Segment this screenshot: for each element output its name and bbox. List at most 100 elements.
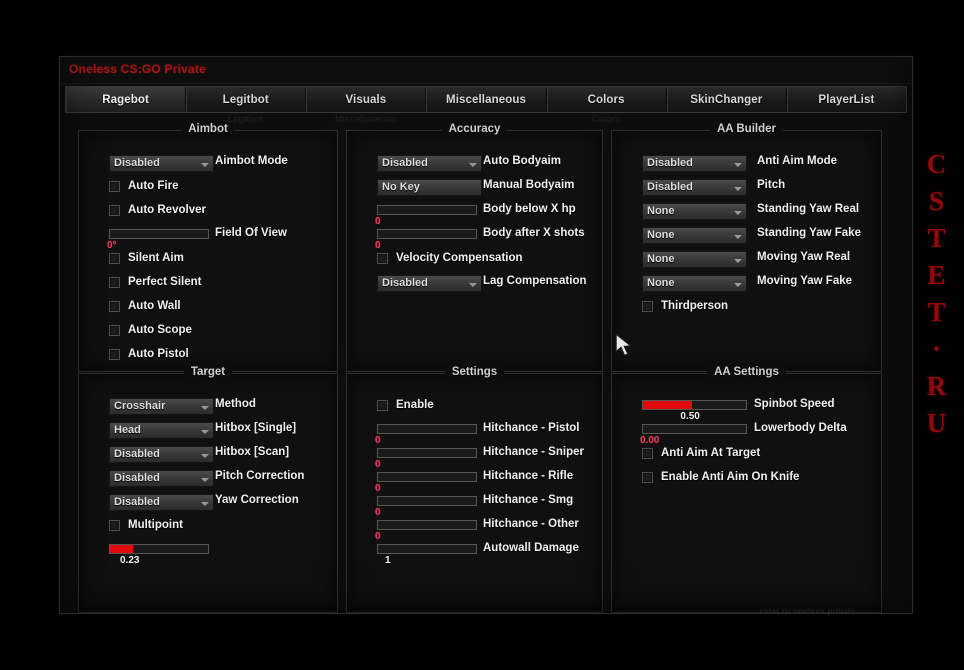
chevron-down-icon	[734, 163, 742, 167]
group-title-text: Target	[183, 366, 233, 378]
dropdown-standing-yaw-fake[interactable]: None	[642, 227, 747, 244]
tab-skinchanger[interactable]: SkinChanger	[666, 87, 787, 112]
slider-spinbot-speed[interactable]	[642, 400, 747, 410]
checkbox-box-icon[interactable]	[109, 519, 120, 531]
slider-value: 1	[385, 555, 391, 566]
dropdown-hitbox-single[interactable]: Head	[109, 422, 214, 439]
checkbox-thirdperson[interactable]: Thirdperson	[642, 300, 728, 312]
checkbox-enable[interactable]: Enable	[377, 399, 434, 411]
tab-label: PlayerList	[818, 93, 875, 106]
slider-body-below-x-hp[interactable]	[377, 205, 477, 215]
dropdown-value: None	[647, 277, 675, 289]
checkbox-box-icon[interactable]	[642, 447, 653, 459]
checkbox-auto-scope[interactable]: Auto Scope	[109, 324, 192, 336]
checkbox-row: Velocity Compensation	[347, 249, 602, 273]
checkbox-box-icon[interactable]	[109, 300, 120, 312]
dropdown-anti-aim-mode[interactable]: Disabled	[642, 155, 747, 172]
group-title-text: AA Builder	[710, 123, 783, 135]
checkbox-label: Anti Aim At Target	[661, 447, 761, 459]
checkbox-perfect-silent[interactable]: Perfect Silent	[109, 276, 202, 288]
dropdown-method[interactable]: Crosshair	[109, 398, 214, 415]
group-aa-settings: AA Settings 0.50 Spinbot Speed 0.00 Lowerbod…	[611, 366, 882, 613]
slider-autowall-damage[interactable]	[377, 544, 477, 554]
checkbox-auto-wall[interactable]: Auto Wall	[109, 300, 181, 312]
slider-hitchance-rifle[interactable]	[377, 472, 477, 482]
dropdown-row: Disabled Anti Aim Mode	[612, 153, 881, 177]
dropdown-pitch-correction[interactable]: Disabled	[109, 470, 214, 487]
checkbox-box-icon[interactable]	[109, 348, 120, 360]
checkbox-multipoint[interactable]: Multipoint	[109, 519, 183, 531]
checkbox-auto-revolver[interactable]: Auto Revolver	[109, 204, 206, 216]
column-right: AA Builder Disabled Anti Aim Mode Disabled P…	[611, 123, 882, 613]
checkbox-box-icon[interactable]	[109, 180, 120, 192]
dropdown-pitch[interactable]: Disabled	[642, 179, 747, 196]
checkbox-label: Enable Anti Aim On Knife	[661, 471, 800, 483]
chevron-down-icon	[201, 406, 209, 410]
slider-hitchance-other[interactable]	[377, 520, 477, 530]
checkbox-velocity-compensation[interactable]: Velocity Compensation	[377, 252, 523, 264]
checkbox-box-icon[interactable]	[377, 399, 388, 411]
checkbox-box-icon[interactable]	[109, 276, 120, 288]
slider-lowerbody-delta[interactable]	[642, 424, 747, 434]
dropdown-yaw-correction[interactable]: Disabled	[109, 494, 214, 511]
window-title: Oneless CS:GO Private	[69, 62, 206, 76]
checkbox-row: Auto Wall	[79, 297, 337, 321]
checkbox-box-icon[interactable]	[642, 471, 653, 483]
tab-playerlist[interactable]: PlayerList	[786, 87, 906, 112]
tab-bar: Ragebot Legitbot Visuals Miscellaneous Color…	[65, 86, 907, 113]
slider-value[interactable]	[109, 544, 209, 554]
field-label: Hitbox [Single]	[215, 422, 297, 434]
dropdown-lag-compensation[interactable]: Disabled	[377, 275, 482, 292]
dropdown-aimbot-mode[interactable]: Disabled	[109, 155, 214, 172]
group-title-text: Aimbot	[181, 123, 235, 135]
checkbox-auto-pistol[interactable]: Auto Pistol	[109, 348, 189, 360]
dropdown-row: Head Hitbox [Single]	[79, 420, 337, 444]
checkbox-row: Auto Fire	[79, 177, 337, 201]
dropdown-row: Disabled Hitbox [Scan]	[79, 444, 337, 468]
dropdown-standing-yaw-real[interactable]: None	[642, 203, 747, 220]
checkbox-box-icon[interactable]	[109, 204, 120, 216]
group-title: Accuracy	[347, 123, 602, 135]
checkbox-anti-aim-at-target[interactable]: Anti Aim At Target	[642, 447, 760, 459]
checkbox-label: Auto Scope	[128, 324, 192, 336]
slider-field-of-view[interactable]	[109, 229, 209, 239]
dropdown-value: Disabled	[647, 157, 693, 169]
slider-row: 0 Hitchance - Pistol	[347, 420, 602, 446]
chevron-down-icon	[201, 430, 209, 434]
dropdown-row: Disabled Yaw Correction	[79, 492, 337, 516]
tab-legitbot[interactable]: Legitbot	[186, 87, 307, 112]
checkbox-box-icon[interactable]	[109, 252, 120, 264]
dropdown-moving-yaw-fake[interactable]: None	[642, 275, 747, 292]
chevron-down-icon	[201, 502, 209, 506]
group-rows: Disabled Anti Aim Mode Disabled Pitch None St…	[612, 153, 881, 321]
dropdown-hitbox-scan[interactable]: Disabled	[109, 446, 214, 463]
tab-miscellaneous[interactable]: Miscellaneous	[426, 87, 547, 112]
checkbox-box-icon[interactable]	[109, 324, 120, 336]
slider-hitchance-sniper[interactable]	[377, 448, 477, 458]
slider-row: 0 Hitchance - Smg	[347, 492, 602, 518]
column-middle: Accuracy Disabled Auto Bodyaim No Key Manual…	[346, 123, 603, 613]
checkbox-row: Auto Revolver	[79, 201, 337, 225]
tab-visuals[interactable]: Visuals	[306, 87, 427, 112]
checkbox-box-icon[interactable]	[377, 252, 388, 264]
keybind-manual-bodyaim[interactable]: No Key	[377, 179, 482, 196]
field-label: Autowall Damage	[483, 542, 579, 554]
checkbox-auto-fire[interactable]: Auto Fire	[109, 180, 178, 192]
group-aa-builder: AA Builder Disabled Anti Aim Mode Disabled P…	[611, 123, 882, 372]
tab-colors[interactable]: Colors	[546, 87, 667, 112]
slider-fill	[643, 401, 693, 409]
slider-hitchance-pistol[interactable]	[377, 424, 477, 434]
checkbox-silent-aim[interactable]: Silent Aim	[109, 252, 184, 264]
window-title-bar: Oneless CS:GO Private	[60, 57, 912, 84]
checkbox-box-icon[interactable]	[642, 300, 653, 312]
field-label: Body below X hp	[483, 203, 576, 215]
checkbox-label: Thirdperson	[661, 300, 729, 312]
dropdown-auto-bodyaim[interactable]: Disabled	[377, 155, 482, 172]
checkbox-enable-anti-aim-on-knife[interactable]: Enable Anti Aim On Knife	[642, 471, 799, 483]
slider-hitchance-smg[interactable]	[377, 496, 477, 506]
tab-label: Ragebot	[102, 93, 149, 106]
checkbox-label: Perfect Silent	[128, 276, 202, 288]
dropdown-moving-yaw-real[interactable]: None	[642, 251, 747, 268]
tab-ragebot[interactable]: Ragebot	[66, 87, 187, 112]
slider-body-after-x-shots[interactable]	[377, 229, 477, 239]
